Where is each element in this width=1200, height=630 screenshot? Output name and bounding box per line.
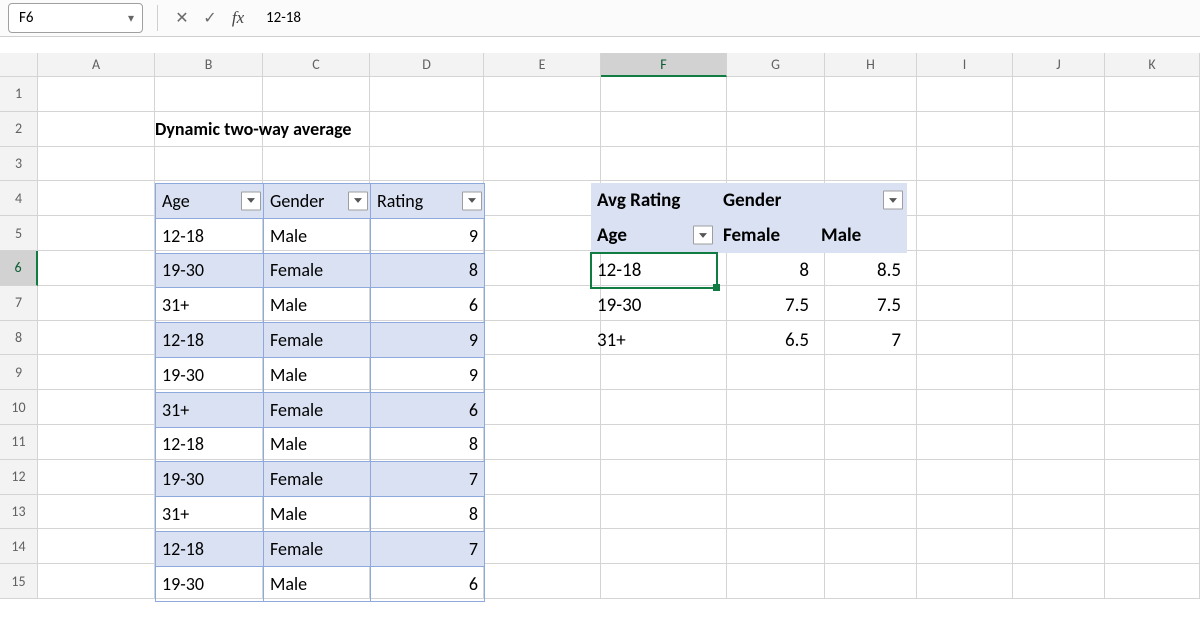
formula-input[interactable] — [252, 2, 1200, 34]
table-row: 19-30Female8 — [156, 253, 485, 288]
row-header[interactable]: 7 — [0, 286, 38, 321]
row-headers-column: 123456789101112131415 — [0, 77, 38, 599]
table-row: 12-18Male8 — [156, 427, 485, 462]
column-header[interactable]: B — [155, 53, 263, 77]
column-headers-row: ABCDEFGHIJK — [0, 53, 1200, 77]
pivot-value[interactable]: 8 — [717, 253, 815, 288]
row-header[interactable]: 13 — [0, 495, 38, 530]
column-header[interactable]: J — [1013, 53, 1105, 77]
row-header[interactable]: 11 — [0, 425, 38, 460]
pivot-row-label[interactable]: 12-18 — [591, 253, 717, 288]
table-column-header[interactable]: Age — [156, 184, 264, 219]
x-icon: ✕ — [175, 8, 188, 28]
pivot-value[interactable]: 6.5 — [717, 323, 815, 358]
pivot-row-field[interactable]: Age — [591, 218, 717, 253]
spacer — [0, 37, 1200, 53]
pivot-corner-label: Avg Rating — [591, 183, 717, 218]
filter-icon[interactable] — [348, 191, 368, 210]
pivot-row-label[interactable]: 19-30 — [591, 288, 717, 323]
name-box-value: F6 — [19, 9, 34, 27]
row-header[interactable]: 8 — [0, 321, 38, 356]
row-header[interactable]: 12 — [0, 460, 38, 495]
row-header[interactable]: 10 — [0, 390, 38, 425]
name-box[interactable]: F6 ▾ — [8, 3, 143, 33]
table-row: 31+Male8 — [156, 497, 485, 532]
table-column-header[interactable]: Rating — [371, 184, 485, 219]
row-header[interactable]: 2 — [0, 112, 38, 147]
row-header[interactable]: 9 — [0, 355, 38, 390]
column-header[interactable]: I — [917, 53, 1013, 77]
pivot-value[interactable]: 7.5 — [717, 288, 815, 323]
page-title: Dynamic two-way average — [155, 118, 351, 140]
table-row: 19-30Female7 — [156, 462, 485, 497]
row-header[interactable]: 3 — [0, 147, 38, 182]
row-header[interactable]: 1 — [0, 77, 38, 112]
table-row: 12-18Female9 — [156, 323, 485, 358]
column-header[interactable]: G — [727, 53, 825, 77]
pivot-value[interactable]: 7 — [815, 323, 907, 358]
table-row: 31+Female6 — [156, 392, 485, 427]
row-header[interactable]: 5 — [0, 216, 38, 251]
filter-icon[interactable] — [883, 191, 903, 210]
column-header[interactable]: A — [38, 53, 155, 77]
divider — [157, 5, 158, 31]
filter-icon[interactable] — [241, 191, 261, 210]
table-row: 12-18Female7 — [156, 531, 485, 566]
workbook-view: F6 ▾ ✕ ✓ fx ABCDEFGHIJK 1234567891011121… — [0, 0, 1200, 630]
table-row: 31+Male6 — [156, 288, 485, 323]
filter-icon[interactable] — [462, 191, 482, 210]
pivot-row-label[interactable]: 31+ — [591, 323, 717, 358]
row-header[interactable]: 6 — [0, 251, 38, 286]
formula-bar: F6 ▾ ✕ ✓ fx — [0, 0, 1200, 37]
data-table: AgeGenderRating12-18Male919-30Female831+… — [155, 183, 485, 602]
spreadsheet-grid: ABCDEFGHIJK 123456789101112131415 Dynami… — [0, 53, 1200, 599]
column-header[interactable]: D — [370, 53, 484, 77]
filter-icon[interactable] — [693, 226, 713, 245]
cancel-formula-button[interactable]: ✕ — [168, 4, 196, 32]
pivot-col-field[interactable]: Gender — [717, 183, 907, 218]
row-header[interactable]: 14 — [0, 529, 38, 564]
row-header[interactable]: 15 — [0, 564, 38, 599]
column-header[interactable]: F — [601, 53, 727, 77]
pivot-col-header: Female — [717, 218, 815, 253]
insert-function-button[interactable]: fx — [224, 4, 252, 32]
column-header[interactable]: E — [484, 53, 601, 77]
enter-formula-button[interactable]: ✓ — [196, 4, 224, 32]
chevron-down-icon: ▾ — [128, 11, 134, 26]
fx-icon: fx — [232, 8, 244, 28]
column-header[interactable]: C — [263, 53, 370, 77]
cells-area[interactable]: Dynamic two-way average AgeGenderRating1… — [38, 77, 1200, 599]
pivot-value[interactable]: 8.5 — [815, 253, 907, 288]
column-header[interactable]: H — [825, 53, 917, 77]
table-row: 19-30Male6 — [156, 566, 485, 601]
pivot-col-header: Male — [815, 218, 907, 253]
row-header[interactable]: 4 — [0, 181, 38, 216]
check-icon: ✓ — [203, 8, 216, 28]
table-row: 19-30Male9 — [156, 357, 485, 392]
pivot-value[interactable]: 7.5 — [815, 288, 907, 323]
table-row: 12-18Male9 — [156, 218, 485, 253]
table-column-header[interactable]: Gender — [264, 184, 371, 219]
column-header[interactable]: K — [1105, 53, 1200, 77]
select-all-corner[interactable] — [0, 53, 38, 77]
